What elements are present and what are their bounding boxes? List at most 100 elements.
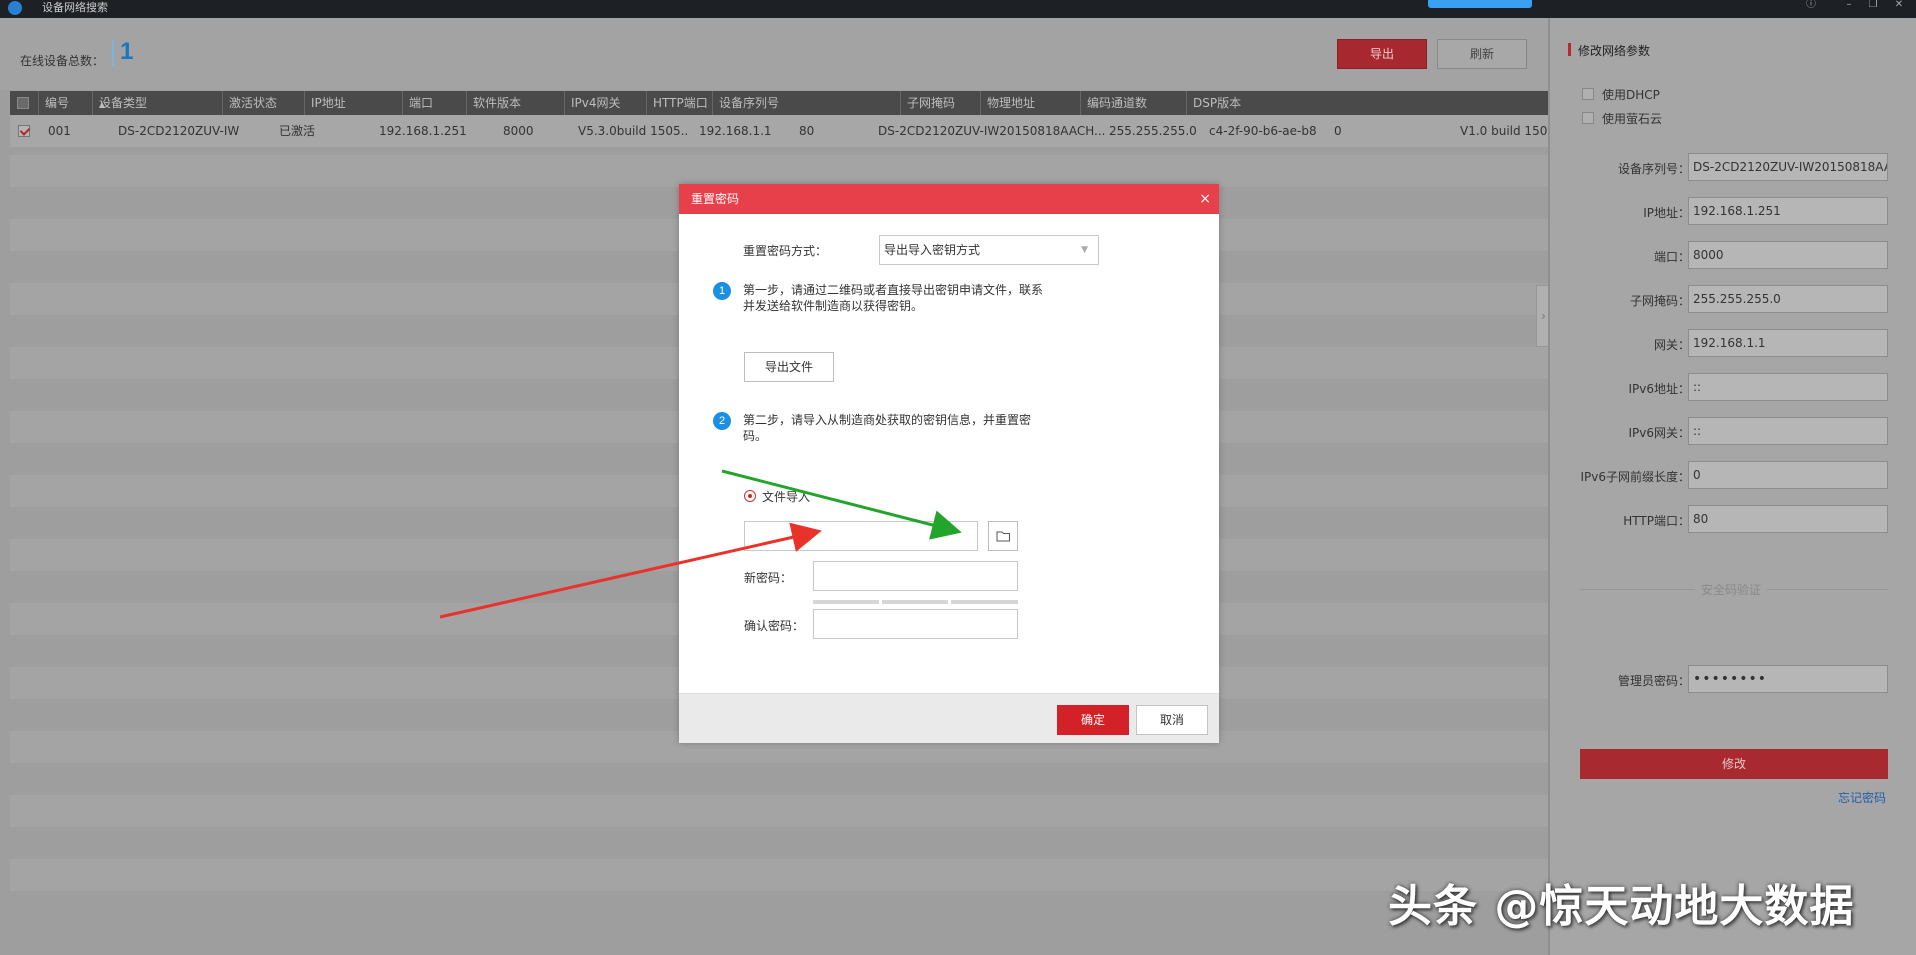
- ip-field[interactable]: 192.168.1.251: [1688, 197, 1888, 225]
- http-port-field[interactable]: 80: [1688, 505, 1888, 533]
- file-import-radio[interactable]: [744, 490, 756, 502]
- confirm-password-input[interactable]: [813, 609, 1018, 639]
- cell-activation: 已激活: [279, 115, 315, 147]
- dhcp-label: 使用DHCP: [1602, 86, 1660, 103]
- row-checkbox[interactable]: [18, 125, 30, 137]
- admin-password-label: 管理员密码：: [1550, 672, 1690, 689]
- online-count-label: 在线设备总数：: [20, 52, 104, 69]
- modify-network-panel: 修改网络参数 使用DHCP 使用萤石云 设备序列号： DS-2CD2120ZUV…: [1548, 18, 1916, 955]
- status-badge[interactable]: [1428, 0, 1532, 8]
- export-button[interactable]: 导出: [1337, 39, 1427, 69]
- new-password-input[interactable]: [813, 561, 1018, 591]
- serial-field[interactable]: DS-2CD2120ZUV-IW20150818AAC: [1688, 153, 1888, 181]
- ipv6-gateway-label: IPv6网关：: [1550, 424, 1690, 441]
- cell-software-version: V5.3.0build 1505...: [578, 115, 688, 147]
- empty-row: [10, 155, 1548, 187]
- column-header-subnet[interactable]: 子网掩码: [900, 91, 955, 115]
- empty-row: [10, 795, 1548, 827]
- forgot-password-link[interactable]: 忘记密码: [1838, 789, 1886, 806]
- ezviz-checkbox[interactable]: [1582, 112, 1594, 124]
- folder-icon: [989, 522, 1017, 550]
- reset-password-dialog: 重置密码 × 重置密码方式： 导出导入密钥方式 ▼ 1 第一步，请通过二维码或者…: [679, 184, 1219, 743]
- panel-title: 修改网络参数: [1578, 42, 1650, 59]
- minimize-icon[interactable]: –: [1842, 0, 1856, 10]
- confirm-password-label: 确认密码：: [744, 617, 804, 634]
- subnet-field[interactable]: 255.255.255.0: [1688, 285, 1888, 313]
- dialog-title: 重置密码: [691, 192, 739, 206]
- port-field[interactable]: 8000: [1688, 241, 1888, 269]
- column-header-ipv4-gateway[interactable]: IPv4网关: [564, 91, 621, 115]
- cell-channels: 0: [1334, 115, 1342, 147]
- http-port-label: HTTP端口：: [1550, 512, 1690, 529]
- dialog-header: 重置密码 ×: [679, 184, 1219, 214]
- file-import-label: 文件导入: [762, 488, 810, 505]
- online-count-value: 1: [120, 38, 133, 66]
- table-header: 编号 ▲ 设备类型 激活状态 IP地址 端口 软件版本 IPv4网关 HTTP端…: [10, 91, 1548, 115]
- browse-folder-button[interactable]: [988, 521, 1018, 551]
- list-toolbar: 在线设备总数： 1 导出 刷新: [0, 18, 1548, 90]
- watermark: 头条 @惊天动地大数据: [1388, 870, 1854, 934]
- empty-row: [10, 859, 1548, 891]
- file-path-input[interactable]: [744, 521, 978, 551]
- cell-dsp: V1.0 build 150...: [1460, 115, 1548, 147]
- ipv6-prefix-field[interactable]: 0: [1688, 461, 1888, 489]
- ipv6-gateway-field[interactable]: ::: [1688, 417, 1888, 445]
- ipv6-prefix-label: IPv6子网前缀长度：: [1550, 468, 1690, 485]
- security-title: 安全码验证: [1695, 581, 1767, 598]
- password-strength-bar-strong: [951, 600, 1018, 604]
- cancel-button[interactable]: 取消: [1136, 705, 1208, 735]
- maximize-icon[interactable]: ❐: [1866, 0, 1880, 10]
- ipv6-address-field[interactable]: ::: [1688, 373, 1888, 401]
- cell-ip: 192.168.1.251: [379, 115, 467, 147]
- export-file-button[interactable]: 导出文件: [744, 352, 834, 382]
- confirm-button[interactable]: 确定: [1057, 705, 1129, 735]
- ezviz-label: 使用萤石云: [1602, 110, 1662, 127]
- close-window-icon[interactable]: ✕: [1892, 0, 1906, 10]
- title-bar: 设备网络搜索 ⓘ – ❐ ✕: [0, 0, 1916, 18]
- column-header-http-port[interactable]: HTTP端口: [646, 91, 708, 115]
- gateway-field[interactable]: 192.168.1.1: [1688, 329, 1888, 357]
- table-row[interactable]: 001 DS-2CD2120ZUV-IW 已激活 192.168.1.251 8…: [10, 115, 1548, 147]
- reset-method-value: 导出导入密钥方式: [884, 243, 980, 257]
- column-header-device-type[interactable]: 设备类型: [92, 91, 147, 115]
- ipv6-address-label: IPv6地址：: [1550, 380, 1690, 397]
- dialog-footer: 确定 取消: [679, 693, 1219, 743]
- cell-port: 8000: [503, 115, 534, 147]
- column-header-activation[interactable]: 激活状态: [222, 91, 277, 115]
- chevron-right-icon: ›: [1541, 309, 1546, 323]
- reset-method-select[interactable]: 导出导入密钥方式 ▼: [879, 235, 1099, 265]
- cell-http-port: 80: [799, 115, 814, 147]
- gateway-label: 网关：: [1550, 336, 1690, 353]
- app-logo-icon: [8, 1, 22, 15]
- step-one-icon: 1: [713, 282, 731, 300]
- password-strength-bar-medium: [882, 600, 948, 604]
- admin-password-field[interactable]: ••••••••: [1688, 665, 1888, 693]
- dhcp-checkbox[interactable]: [1582, 88, 1594, 100]
- column-header-dsp[interactable]: DSP版本: [1186, 91, 1241, 115]
- column-header-channels[interactable]: 编码通道数: [1080, 91, 1147, 115]
- cell-serial: DS-2CD2120ZUV-IW20150818AACH...: [878, 115, 1108, 147]
- cell-ipv4-gateway: 192.168.1.1: [699, 115, 772, 147]
- column-header-serial[interactable]: 设备序列号: [712, 91, 779, 115]
- cell-device-type: DS-2CD2120ZUV-IW: [118, 115, 239, 147]
- ip-label: IP地址：: [1550, 204, 1690, 221]
- cell-subnet: 255.255.255.0: [1109, 115, 1197, 147]
- modify-button[interactable]: 修改: [1580, 749, 1888, 779]
- column-header-ip[interactable]: IP地址: [304, 91, 346, 115]
- column-header-port[interactable]: 端口: [402, 91, 433, 115]
- port-label: 端口：: [1550, 248, 1690, 265]
- new-password-label: 新密码：: [744, 569, 792, 586]
- column-header-mac[interactable]: 物理地址: [980, 91, 1035, 115]
- cell-number: 001: [48, 115, 71, 147]
- chevron-down-icon: ▼: [1081, 236, 1088, 264]
- subnet-label: 子网掩码：: [1550, 292, 1690, 309]
- info-icon[interactable]: ⓘ: [1804, 0, 1818, 10]
- close-icon[interactable]: ×: [1199, 184, 1211, 214]
- window-title: 设备网络搜索: [42, 1, 108, 15]
- cell-mac: c4-2f-90-b6-ae-b8: [1209, 115, 1317, 147]
- refresh-button[interactable]: 刷新: [1437, 39, 1527, 69]
- select-all-checkbox[interactable]: [17, 97, 29, 109]
- serial-label: 设备序列号：: [1550, 160, 1690, 177]
- column-header-software-version[interactable]: 软件版本: [466, 91, 521, 115]
- step-two-icon: 2: [713, 412, 731, 430]
